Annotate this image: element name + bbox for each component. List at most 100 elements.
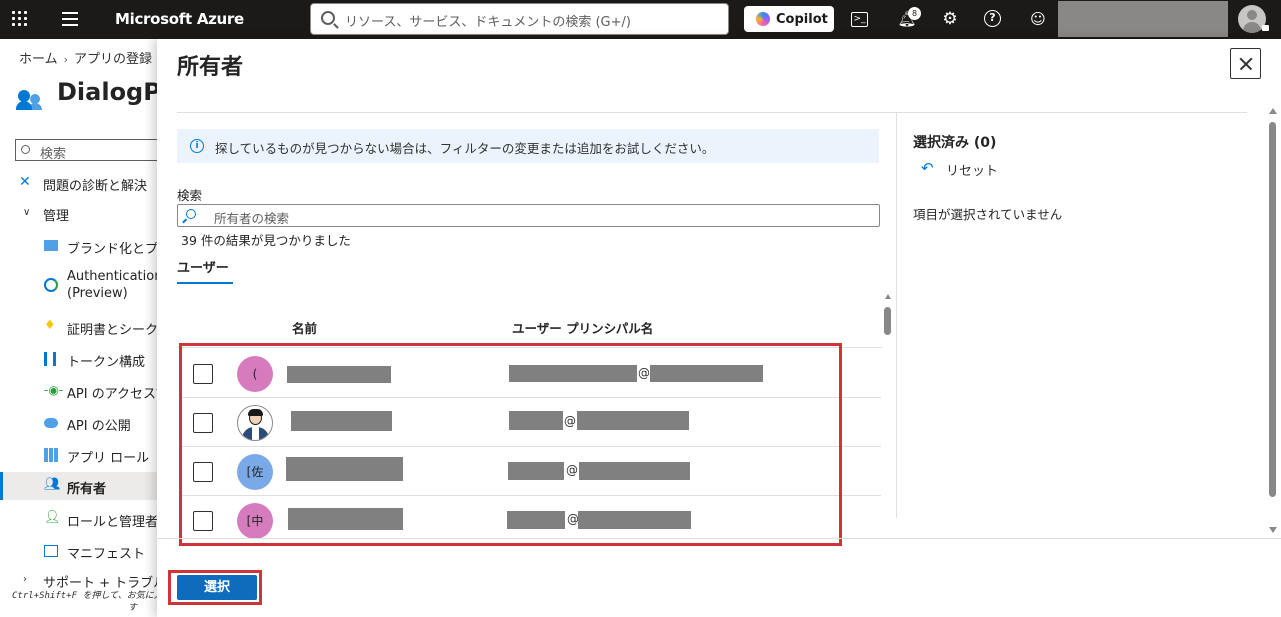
scroll-up-icon[interactable] bbox=[1269, 108, 1277, 114]
sidebar-item-label: サポート + トラブルシュ bbox=[43, 576, 158, 591]
scroll-thumb[interactable] bbox=[884, 307, 891, 335]
avatar bbox=[237, 405, 273, 441]
chevron-down-icon: ∨ bbox=[23, 207, 31, 218]
help-icon[interactable]: ? bbox=[984, 10, 1001, 27]
sidebar-item-label: API のアクセス許 bbox=[67, 387, 158, 402]
close-icon[interactable] bbox=[1230, 48, 1261, 79]
divider bbox=[157, 538, 1281, 539]
table-scrollbar[interactable] bbox=[884, 294, 892, 539]
manifest-icon bbox=[44, 545, 58, 557]
redacted-upn-user bbox=[509, 365, 637, 382]
avatar: ( bbox=[237, 356, 273, 392]
cloud-shell-icon[interactable]: >_ bbox=[851, 12, 868, 27]
column-header-name[interactable]: 名前 bbox=[292, 318, 317, 337]
copilot-icon bbox=[756, 12, 770, 26]
sidebar-item-label: ロールと管理者 bbox=[67, 515, 158, 530]
sidebar-item-owners[interactable]: 👥︎ 所有者 bbox=[0, 472, 158, 500]
row-checkbox[interactable] bbox=[193, 462, 213, 482]
sidebar-item-api-permissions[interactable]: -◉- API のアクセス許 bbox=[0, 377, 158, 405]
divider bbox=[177, 347, 882, 348]
sidebar-item-branding[interactable]: ブランド化とプロパ bbox=[0, 232, 158, 260]
column-header-upn[interactable]: ユーザー プリンシパル名 bbox=[512, 318, 653, 337]
api-permissions-icon: -◉- bbox=[44, 383, 64, 397]
table-row[interactable]: ( @ bbox=[181, 349, 881, 398]
redacted-upn-domain bbox=[578, 511, 691, 529]
brand-label[interactable]: Microsoft Azure bbox=[115, 10, 244, 28]
authentication-icon bbox=[44, 278, 58, 292]
sidebar-item-label-2: (Preview) bbox=[67, 286, 128, 301]
notifications-icon[interactable]: 🔔︎ 8 bbox=[897, 7, 921, 29]
reset-label: リセット bbox=[946, 164, 999, 179]
breadcrumb-home[interactable]: ホーム bbox=[19, 52, 58, 67]
sidebar-group-manage[interactable]: ∨ 管理 bbox=[0, 199, 158, 227]
result-count: 39 件の結果が見つかりました bbox=[181, 233, 351, 248]
breadcrumb: ホーム › アプリの登録 bbox=[19, 48, 152, 67]
redacted-upn-domain bbox=[579, 462, 690, 480]
breadcrumb-app-registrations[interactable]: アプリの登録 bbox=[74, 52, 152, 67]
token-icon bbox=[44, 352, 56, 366]
redacted-name bbox=[288, 508, 403, 530]
row-checkbox[interactable] bbox=[193, 364, 213, 384]
info-icon: i bbox=[190, 139, 204, 153]
select-button[interactable]: 選択 bbox=[177, 575, 257, 600]
sidebar-item-expose-api[interactable]: API の公開 bbox=[0, 409, 158, 437]
redacted-upn-domain bbox=[577, 411, 689, 430]
sidebar-item-label: API の公開 bbox=[67, 419, 131, 434]
sidebar-search-input[interactable]: 検索 bbox=[15, 139, 175, 162]
sidebar-item-diagnose[interactable]: ✕ 問題の診断と解決 bbox=[0, 169, 158, 197]
shortcut-hint-line2: す bbox=[128, 603, 138, 613]
breadcrumb-separator-icon: › bbox=[63, 53, 69, 66]
info-message-bar: i 探しているものが見つからない場合は、フィルターの変更または追加をお試しくださ… bbox=[177, 129, 879, 163]
redacted-name bbox=[286, 457, 403, 481]
chevron-right-icon: › bbox=[23, 574, 27, 585]
owner-search-input[interactable]: 所有者の検索 bbox=[177, 204, 880, 227]
redacted-upn-domain bbox=[650, 365, 763, 382]
table-row[interactable]: @ bbox=[181, 398, 881, 447]
owners-icon: 👥︎ bbox=[44, 477, 61, 492]
redacted-upn-user bbox=[508, 462, 564, 480]
table-row[interactable]: [佐 @ bbox=[181, 447, 881, 496]
row-checkbox[interactable] bbox=[193, 413, 213, 433]
info-message-text: 探しているものが見つからない場合は、フィルターの変更または追加をお試しください。 bbox=[215, 141, 715, 156]
app-launcher-icon[interactable] bbox=[12, 11, 28, 27]
sidebar-item-label: ブランド化とプロパ bbox=[67, 242, 158, 257]
divider bbox=[177, 112, 1247, 113]
upn-at-sign: @ bbox=[638, 366, 650, 380]
redacted-name bbox=[287, 366, 391, 383]
redacted-upn-user bbox=[507, 511, 565, 529]
app-registration-icon bbox=[16, 86, 46, 110]
shortcut-hint: Ctrl+Shift+F を押して、お気に入 す bbox=[12, 590, 163, 614]
account-info-redacted[interactable] bbox=[1058, 1, 1228, 37]
sidebar-item-label: 証明書とシークレッ bbox=[67, 323, 158, 338]
avatar: [中 bbox=[237, 503, 273, 539]
sidebar-item-label: 管理 bbox=[43, 209, 70, 224]
copilot-button[interactable]: Copilot bbox=[744, 6, 834, 32]
sidebar-item-token-config[interactable]: トークン構成 bbox=[0, 345, 158, 373]
scroll-down-icon[interactable] bbox=[1269, 527, 1277, 533]
sidebar-item-manifest[interactable]: マニフェスト bbox=[0, 537, 158, 565]
sidebar-item-label: トークン構成 bbox=[67, 355, 146, 370]
tab-users[interactable]: ユーザー bbox=[177, 257, 229, 276]
sidebar-item-app-roles[interactable]: アプリ ロール bbox=[0, 441, 158, 469]
scroll-up-icon[interactable] bbox=[885, 294, 891, 299]
settings-gear-icon[interactable]: ⚙ bbox=[940, 9, 960, 29]
portal-menu-icon[interactable] bbox=[62, 12, 78, 26]
avatar: [佐 bbox=[237, 454, 273, 490]
sidebar-item-authentication[interactable]: Authentication (Preview) bbox=[0, 266, 158, 304]
wrench-icon: ✕ bbox=[19, 174, 31, 190]
redacted-name bbox=[291, 411, 392, 431]
search-label: 検索 bbox=[177, 188, 203, 203]
owners-flyout-panel: 所有者 i 探しているものが見つからない場合は、フィルターの変更または追加をお試… bbox=[157, 39, 1281, 617]
sidebar-item-certificates[interactable]: ♦ 証明書とシークレッ bbox=[0, 313, 158, 341]
sidebar-item-label: マニフェスト bbox=[67, 547, 146, 562]
notification-count-badge: 8 bbox=[908, 7, 921, 20]
row-checkbox[interactable] bbox=[193, 511, 213, 531]
feedback-icon[interactable]: ☺ bbox=[1028, 9, 1048, 29]
flyout-title: 所有者 bbox=[177, 55, 244, 80]
panel-scrollbar[interactable] bbox=[1267, 108, 1277, 538]
cloud-icon bbox=[44, 418, 58, 428]
global-search-input[interactable]: リソース、サービス、ドキュメントの検索 (G+/) bbox=[310, 3, 729, 35]
scroll-thumb[interactable] bbox=[1269, 122, 1276, 497]
lock-icon bbox=[1262, 25, 1269, 31]
sidebar-item-roles-admins[interactable]: 👤︎ ロールと管理者 bbox=[0, 505, 158, 533]
